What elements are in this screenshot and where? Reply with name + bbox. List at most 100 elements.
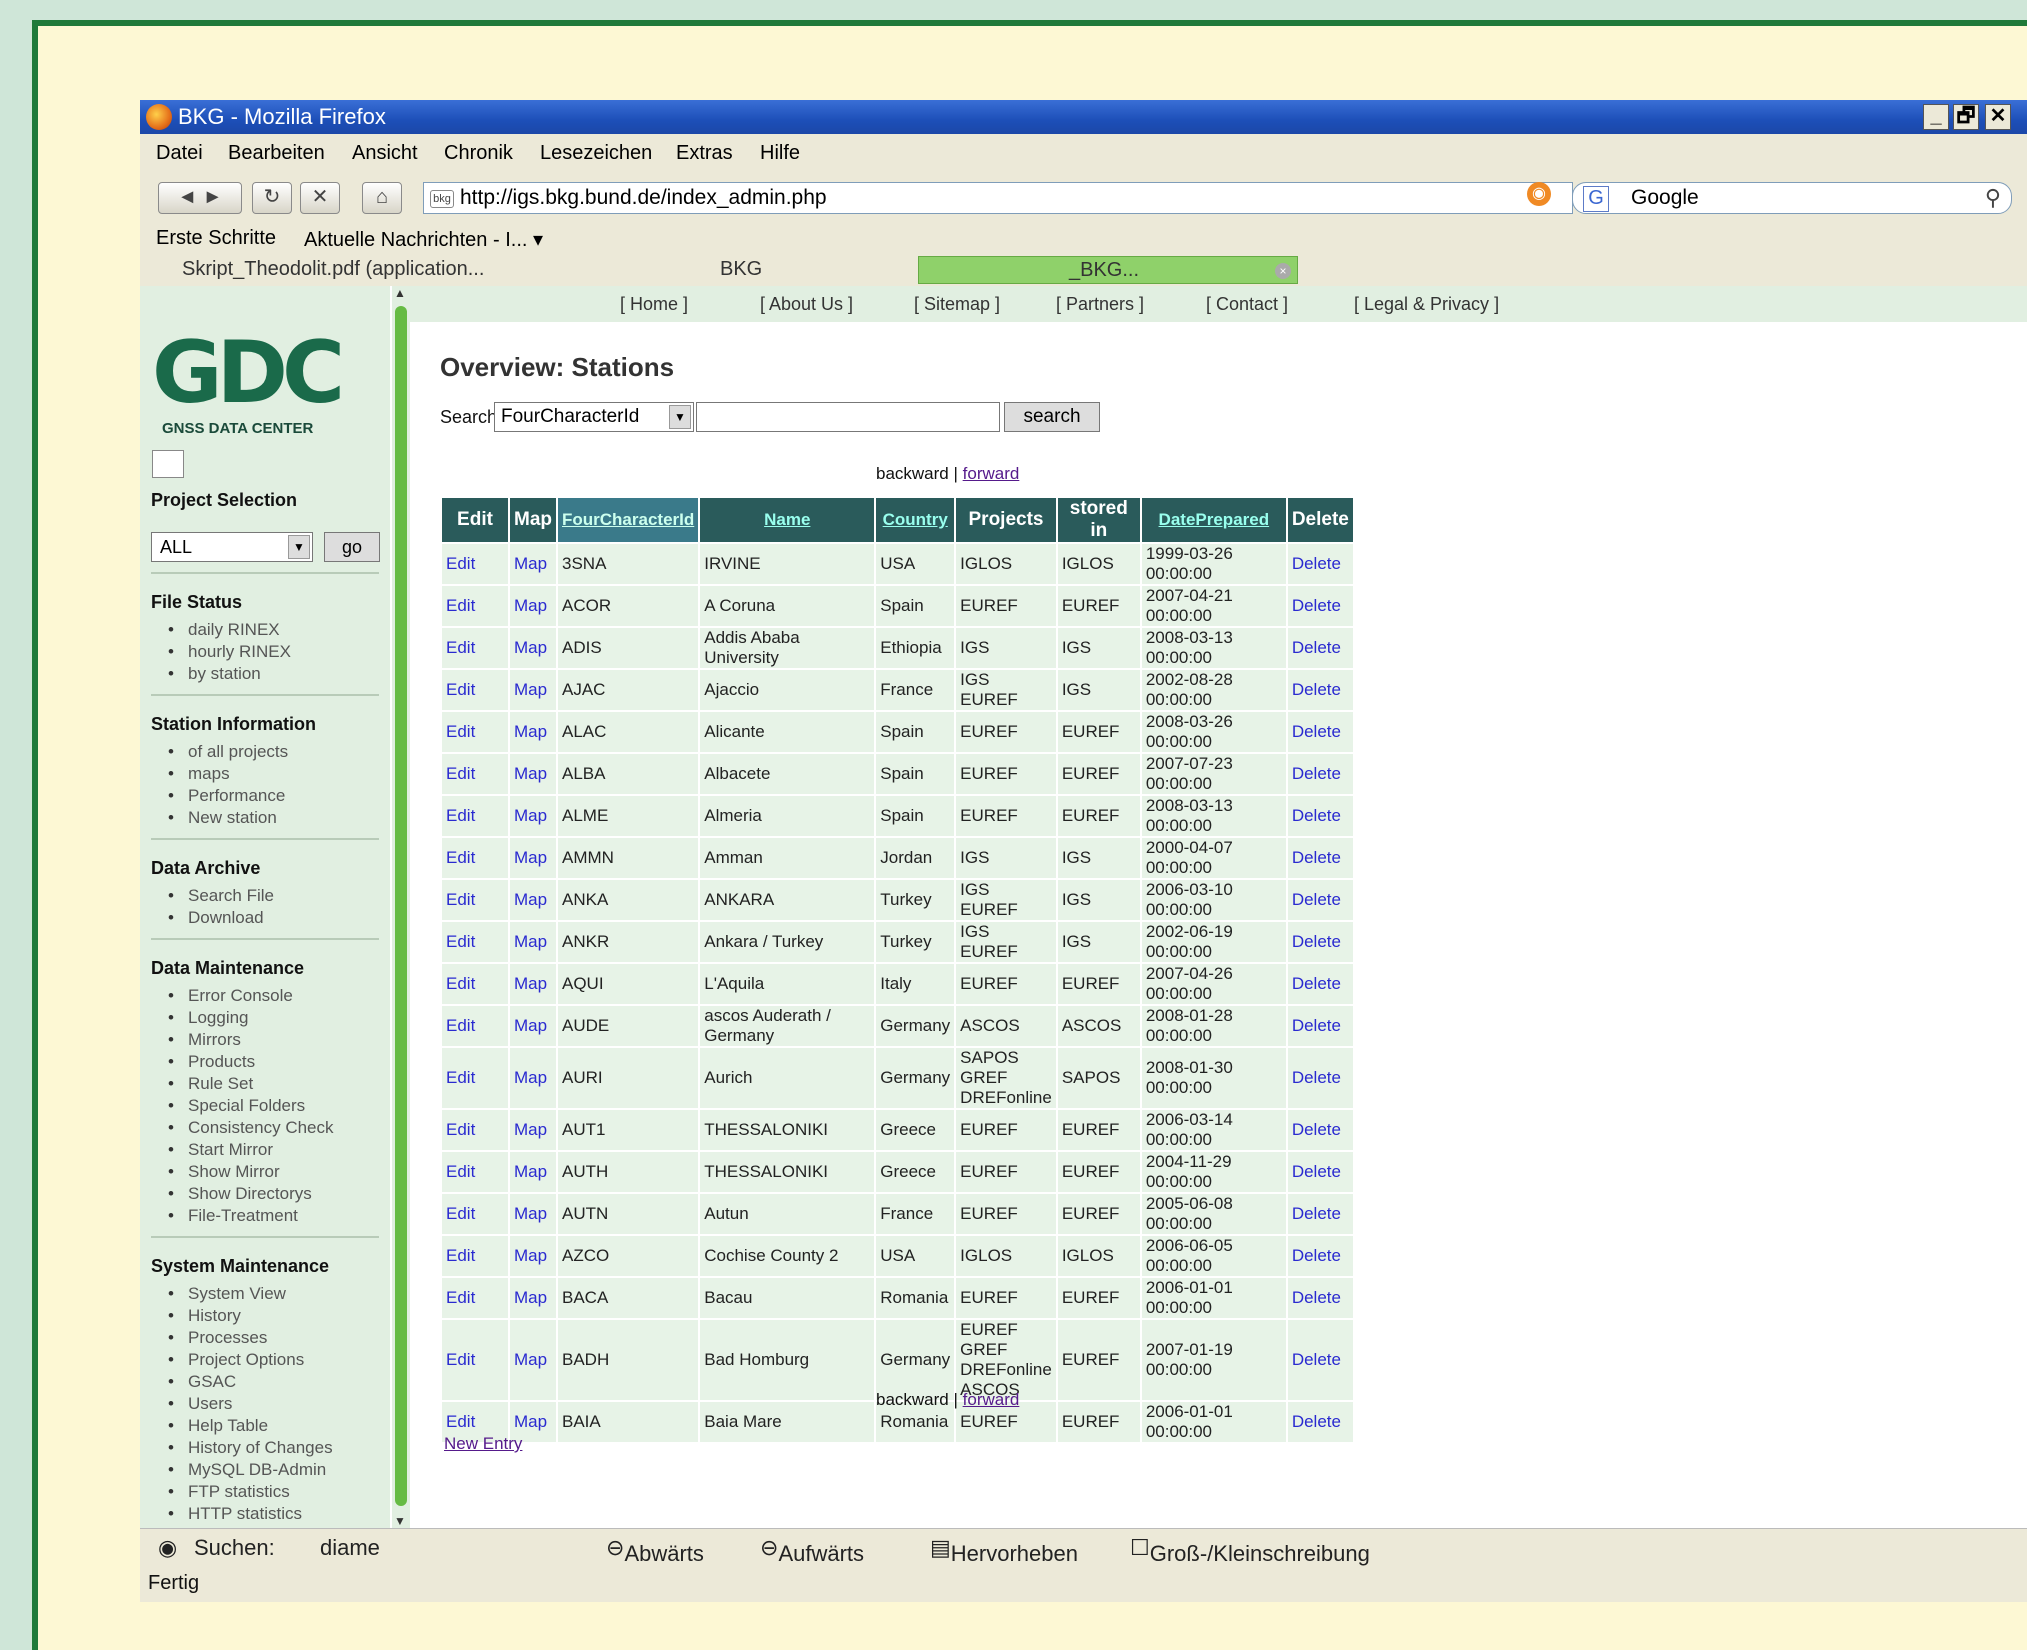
pager-forward-link[interactable]: forward	[963, 464, 1020, 483]
maximize-button[interactable]: 🗗	[1953, 104, 1979, 130]
col-dateprepared[interactable]: DatePrepared	[1141, 498, 1286, 542]
sidebar-scrollbar[interactable]: ▲ ▼	[392, 286, 410, 1528]
nav-legal-privacy[interactable]: [ Legal & Privacy ]	[1354, 294, 1499, 315]
sidebar-item-search-file[interactable]: Search File	[168, 886, 274, 906]
edit-link[interactable]: Edit	[442, 754, 508, 794]
scrollbar-thumb[interactable]	[395, 306, 407, 1506]
menu-lesezeichen[interactable]: Lesezeichen	[540, 142, 652, 165]
search-button[interactable]: search	[1004, 402, 1100, 432]
close-button[interactable]: ✕	[1985, 104, 2011, 130]
edit-link[interactable]: Edit	[442, 880, 508, 920]
map-link[interactable]: Map	[510, 754, 556, 794]
feed-icon[interactable]: ◉	[1527, 182, 1551, 206]
sidebar-item-products[interactable]: Products	[168, 1052, 255, 1072]
sidebar-item-logging[interactable]: Logging	[168, 1008, 248, 1028]
sidebar-item-project-options[interactable]: Project Options	[168, 1350, 304, 1370]
delete-link[interactable]: Delete	[1287, 1320, 1353, 1400]
calendar-icon[interactable]	[152, 450, 184, 478]
delete-link[interactable]: Delete	[1287, 796, 1353, 836]
edit-link[interactable]: Edit	[442, 1278, 508, 1318]
edit-link[interactable]: Edit	[442, 670, 508, 710]
delete-link[interactable]: Delete	[1287, 1110, 1353, 1150]
col-name[interactable]: Name	[700, 498, 875, 542]
menu-extras[interactable]: Extras	[676, 142, 733, 165]
project-select[interactable]: ALL ▼	[151, 532, 313, 562]
edit-link[interactable]: Edit	[442, 628, 508, 668]
delete-link[interactable]: Delete	[1287, 1402, 1353, 1442]
delete-link[interactable]: Delete	[1287, 670, 1353, 710]
chevron-down-icon[interactable]: ▼	[288, 535, 310, 559]
nav-sitemap[interactable]: [ Sitemap ]	[914, 294, 1000, 315]
menu-hilfe[interactable]: Hilfe	[760, 142, 800, 165]
bookmark-nachrichten[interactable]: Aktuelle Nachrichten - I... ▾	[304, 227, 543, 252]
col-country[interactable]: Country	[876, 498, 955, 542]
find-next-button[interactable]: ⊖ Abwärts	[606, 1535, 704, 1566]
map-link[interactable]: Map	[510, 1006, 556, 1046]
search-icon[interactable]: ⚲	[1985, 183, 2001, 213]
delete-link[interactable]: Delete	[1287, 712, 1353, 752]
google-icon[interactable]: G	[1583, 186, 1609, 212]
sidebar-item-hourly-rinex[interactable]: hourly RINEX	[168, 642, 291, 662]
delete-link[interactable]: Delete	[1287, 964, 1353, 1004]
col-fourcharacterid[interactable]: FourCharacterId	[558, 498, 699, 542]
delete-link[interactable]: Delete	[1287, 1278, 1353, 1318]
edit-link[interactable]: Edit	[442, 964, 508, 1004]
search-engine-box[interactable]: G Google ⚲	[1572, 182, 2012, 214]
map-link[interactable]: Map	[510, 1194, 556, 1234]
scroll-down-icon[interactable]: ▼	[394, 1514, 406, 1528]
menu-ansicht[interactable]: Ansicht	[352, 142, 418, 165]
scroll-up-icon[interactable]: ▲	[394, 286, 406, 300]
edit-link[interactable]: Edit	[442, 796, 508, 836]
sidebar-item-consistency-check[interactable]: Consistency Check	[168, 1118, 333, 1138]
stop-icon[interactable]: ✕	[300, 182, 340, 214]
sidebar-item-users[interactable]: Users	[168, 1394, 233, 1414]
sidebar-item-by-station[interactable]: by station	[168, 664, 261, 684]
delete-link[interactable]: Delete	[1287, 628, 1353, 668]
delete-link[interactable]: Delete	[1287, 754, 1353, 794]
highlight-button[interactable]: ▤ Hervorheben	[930, 1535, 1078, 1566]
sidebar-item-mirrors[interactable]: Mirrors	[168, 1030, 241, 1050]
sidebar-item-help-table[interactable]: Help Table	[168, 1416, 268, 1436]
map-link[interactable]: Map	[510, 796, 556, 836]
delete-link[interactable]: Delete	[1287, 544, 1353, 584]
sidebar-item-history-of-changes[interactable]: History of Changes	[168, 1438, 333, 1458]
sidebar-item-processes[interactable]: Processes	[168, 1328, 267, 1348]
back-forward-button[interactable]: ◄ ►	[158, 182, 242, 214]
sidebar-item-file-treatment[interactable]: File-Treatment	[168, 1206, 298, 1226]
home-icon[interactable]: ⌂	[362, 182, 402, 214]
delete-link[interactable]: Delete	[1287, 1152, 1353, 1192]
map-link[interactable]: Map	[510, 1152, 556, 1192]
tab-bkg[interactable]: BKG	[540, 256, 910, 284]
map-link[interactable]: Map	[510, 1110, 556, 1150]
sidebar-item-ftp-statistics[interactable]: FTP statistics	[168, 1482, 290, 1502]
sidebar-item-show-directorys[interactable]: Show Directorys	[168, 1184, 312, 1204]
sidebar-item-maps[interactable]: maps	[168, 764, 229, 784]
sidebar-item-show-mirror[interactable]: Show Mirror	[168, 1162, 280, 1182]
delete-link[interactable]: Delete	[1287, 1194, 1353, 1234]
minimize-button[interactable]: _	[1923, 104, 1949, 130]
delete-link[interactable]: Delete	[1287, 1236, 1353, 1276]
map-link[interactable]: Map	[510, 586, 556, 626]
map-link[interactable]: Map	[510, 1320, 556, 1400]
map-link[interactable]: Map	[510, 880, 556, 920]
sidebar-item-history[interactable]: History	[168, 1306, 241, 1326]
url-bar[interactable]: bkg http://igs.bkg.bund.de/index_admin.p…	[423, 182, 1573, 214]
project-go-button[interactable]: go	[324, 532, 380, 562]
close-tab-icon[interactable]: ×	[1275, 263, 1291, 279]
edit-link[interactable]: Edit	[442, 1152, 508, 1192]
match-case-checkbox[interactable]: ☐ Groß-/Kleinschreibung	[1130, 1535, 1370, 1566]
sidebar-item-rule-set[interactable]: Rule Set	[168, 1074, 253, 1094]
edit-link[interactable]: Edit	[442, 838, 508, 878]
map-link[interactable]: Map	[510, 1236, 556, 1276]
sidebar-item-download[interactable]: Download	[168, 908, 264, 928]
edit-link[interactable]: Edit	[442, 1110, 508, 1150]
close-find-icon[interactable]: ◉	[158, 1535, 177, 1561]
delete-link[interactable]: Delete	[1287, 922, 1353, 962]
chevron-down-icon[interactable]: ▼	[669, 405, 691, 429]
map-link[interactable]: Map	[510, 1278, 556, 1318]
edit-link[interactable]: Edit	[442, 1048, 508, 1108]
map-link[interactable]: Map	[510, 712, 556, 752]
map-link[interactable]: Map	[510, 838, 556, 878]
map-link[interactable]: Map	[510, 670, 556, 710]
delete-link[interactable]: Delete	[1287, 880, 1353, 920]
